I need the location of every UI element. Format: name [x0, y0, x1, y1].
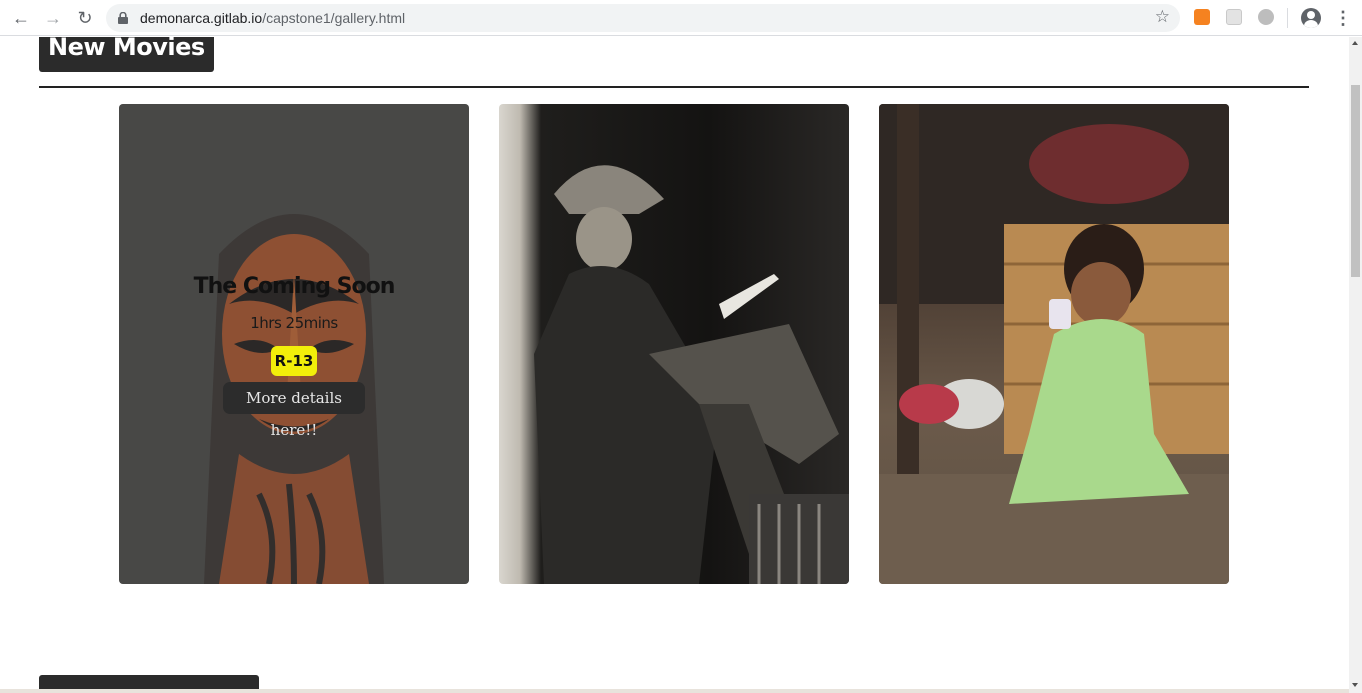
- url-host: demonarca.gitlab.io: [140, 10, 263, 26]
- scroll-thumb[interactable]: [1351, 85, 1360, 277]
- window-bottom-edge: [0, 689, 1349, 693]
- menu-icon[interactable]: ⋮: [1334, 6, 1352, 30]
- address-bar[interactable]: demonarca.gitlab.io/capstone1/gallery.ht…: [106, 4, 1180, 32]
- poster-image: [879, 104, 1229, 584]
- divider: [39, 86, 1309, 88]
- movie-card[interactable]: [499, 104, 849, 584]
- forward-icon[interactable]: →: [40, 6, 66, 30]
- reload-icon[interactable]: ↻: [72, 6, 98, 30]
- lock-icon: [118, 12, 128, 24]
- details-button[interactable]: More details here!!: [223, 382, 365, 439]
- rating-badge: R-13: [271, 346, 317, 376]
- url-text: demonarca.gitlab.io/capstone1/gallery.ht…: [140, 10, 405, 26]
- toolbar-divider: [1287, 8, 1288, 28]
- url-path: /capstone1/gallery.html: [262, 10, 406, 26]
- scroll-down-icon[interactable]: [1352, 683, 1358, 687]
- scrollbar[interactable]: [1349, 37, 1362, 693]
- movie-duration: 1hrs 25mins: [250, 314, 338, 332]
- back-icon[interactable]: ←: [8, 6, 34, 30]
- profile-icon[interactable]: [1301, 8, 1321, 28]
- star-icon[interactable]: ☆: [1155, 7, 1170, 27]
- section-heading: New Movies: [39, 37, 214, 72]
- card-overlay: [119, 104, 469, 584]
- extension-icon[interactable]: [1194, 9, 1210, 25]
- page-content: New Movies The Coming Soon 1hrs 25mins R…: [0, 37, 1349, 693]
- poster-image: [534, 165, 849, 584]
- movie-title: The Coming Soon: [193, 274, 396, 299]
- movie-card[interactable]: [879, 104, 1229, 584]
- movie-card[interactable]: The Coming Soon 1hrs 25mins R-13 More de…: [119, 104, 469, 584]
- extension-icon[interactable]: [1258, 9, 1274, 25]
- browser-toolbar: ← → ↻ demonarca.gitlab.io/capstone1/gall…: [0, 0, 1362, 36]
- extension-icon[interactable]: [1226, 9, 1242, 25]
- scroll-up-icon[interactable]: [1352, 41, 1358, 45]
